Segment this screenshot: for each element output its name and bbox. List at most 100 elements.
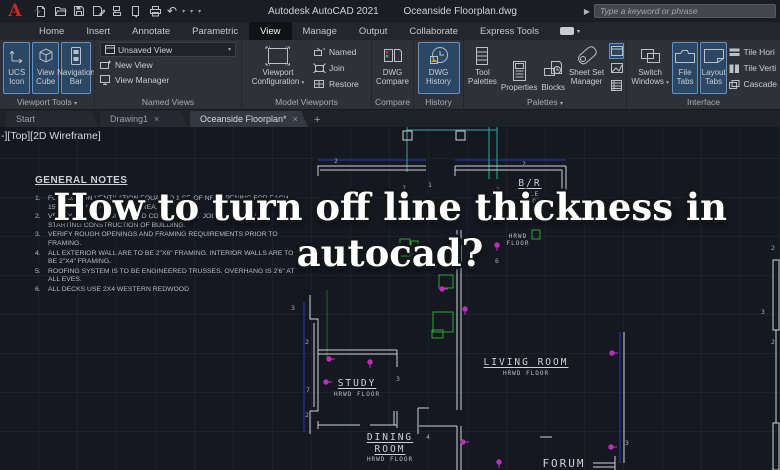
tab-output[interactable]: Output bbox=[348, 22, 399, 40]
ucs-icon-button[interactable]: UCS Icon bbox=[3, 42, 31, 94]
close-icon[interactable]: × bbox=[293, 114, 298, 124]
switch-windows-icon bbox=[639, 44, 661, 68]
switch-windows-button[interactable]: Switch Windows ▾ bbox=[630, 42, 670, 94]
dimension-label: 3 bbox=[396, 375, 400, 383]
dwg-compare-icon bbox=[382, 44, 404, 68]
dwg-compare-button[interactable]: DWG Compare bbox=[375, 42, 410, 94]
panel-label-palettes[interactable]: Palettes ▾ bbox=[464, 96, 626, 109]
sheet-set-icon bbox=[576, 44, 598, 68]
tab-parametric[interactable]: Parametric bbox=[181, 22, 249, 40]
palettes-extra-icon-3[interactable] bbox=[609, 60, 624, 76]
viewport-configuration-button[interactable]: Viewport Configuration ▾ bbox=[245, 42, 311, 94]
room-sub-study: HRWD FLOOR bbox=[333, 391, 381, 398]
tab-home[interactable]: Home bbox=[28, 22, 75, 40]
plot-icon[interactable] bbox=[110, 4, 124, 18]
floorplan-drawing bbox=[303, 127, 780, 470]
autocad-logo-icon[interactable]: A bbox=[4, 1, 26, 21]
palettes-extra-icon-5[interactable] bbox=[609, 77, 624, 93]
redo-icon[interactable]: ↷ bbox=[34, 5, 41, 17]
tab-collaborate[interactable]: Collaborate bbox=[398, 22, 469, 40]
dimension-label: 2 bbox=[334, 157, 338, 165]
file-tab-oceanside[interactable]: Oceanside Floorplan* × bbox=[190, 111, 308, 127]
tab-express-tools[interactable]: Express Tools bbox=[469, 22, 550, 40]
save-as-icon[interactable] bbox=[91, 4, 105, 18]
file-tab-drawing1[interactable]: Drawing1 × bbox=[100, 111, 188, 127]
palettes-extra-icon-1[interactable] bbox=[609, 43, 625, 59]
cascade-button[interactable]: Cascade bbox=[729, 77, 777, 91]
new-drawing-tab-button[interactable]: + bbox=[314, 114, 320, 127]
print-icon[interactable] bbox=[148, 4, 162, 18]
drawing-canvas[interactable]: -][Top][2D Wireframe] GENERAL NOTES 1. FO… bbox=[0, 127, 780, 470]
dimension-label: 2 bbox=[771, 338, 775, 346]
room-sub-living: HRWD FLOOR bbox=[502, 370, 550, 377]
ucs-axes-icon bbox=[8, 44, 26, 68]
dimension-label: 3 bbox=[291, 304, 295, 312]
panel-expand-icon: ▾ bbox=[560, 101, 564, 107]
quick-access-toolbar: ↶ ▾ ↷ ▾ ▾ bbox=[34, 4, 201, 18]
cube-icon bbox=[37, 44, 55, 68]
panel-label-viewport-tools[interactable]: Viewport Tools ▾ bbox=[0, 96, 94, 109]
overlay-title-line2: autocad? bbox=[296, 231, 484, 275]
navigation-bar-icon bbox=[70, 44, 82, 68]
open-file-icon[interactable] bbox=[53, 4, 67, 18]
tab-view[interactable]: View bbox=[249, 22, 292, 40]
room-label-forum: FORUM bbox=[542, 457, 586, 470]
new-view-button[interactable]: New View bbox=[100, 58, 236, 72]
file-tab-start[interactable]: Start bbox=[6, 111, 98, 127]
search-input[interactable]: Type a keyword or phrase bbox=[594, 4, 776, 18]
ribbon-display-toggle[interactable]: ▾ bbox=[559, 22, 580, 40]
view-dropdown[interactable]: Unsaved View ▾ bbox=[100, 42, 236, 57]
room-label-living: LIVING ROOM bbox=[483, 357, 569, 368]
panel-named-views: Unsaved View ▾ New View View Manager Nam… bbox=[95, 40, 242, 109]
tile-vertically-button[interactable]: Tile Verti bbox=[729, 61, 777, 75]
panel-label-model-viewports[interactable]: Model Viewports bbox=[242, 96, 371, 109]
room-label-dining-2: ROOM bbox=[374, 444, 406, 455]
document-title: Oceanside Floorplan.dwg bbox=[403, 5, 517, 17]
panel-compare: DWG Compare Compare bbox=[372, 40, 414, 109]
search-expand-icon[interactable]: ▶ bbox=[584, 7, 590, 16]
close-icon[interactable]: × bbox=[154, 114, 159, 124]
named-viewports-button[interactable]: Named bbox=[313, 45, 359, 59]
tile-horizontally-button[interactable]: Tile Hori bbox=[729, 45, 777, 59]
sheet-set-manager-button[interactable]: Sheet Set Manager bbox=[568, 42, 605, 94]
dimension-label: 2 bbox=[305, 338, 309, 346]
panel-label-history[interactable]: History bbox=[414, 96, 463, 109]
panel-label-compare[interactable]: Compare bbox=[372, 96, 413, 109]
tab-annotate[interactable]: Annotate bbox=[121, 22, 181, 40]
join-icon bbox=[313, 63, 326, 73]
undo-dropdown-icon[interactable]: ▾ bbox=[182, 8, 185, 15]
redo-dropdown-icon[interactable]: ▾ bbox=[190, 8, 193, 15]
panel-label-named-views[interactable]: Named Views bbox=[95, 96, 241, 109]
undo-icon[interactable]: ↶ bbox=[167, 5, 177, 17]
restore-viewports-button[interactable]: Restore bbox=[313, 77, 359, 91]
view-manager-button[interactable]: View Manager bbox=[100, 73, 236, 87]
blocks-icon bbox=[543, 59, 563, 83]
join-viewports-button[interactable]: Join bbox=[313, 61, 359, 75]
dimension-label: 4 bbox=[426, 433, 430, 441]
dimension-label: 2 bbox=[305, 411, 309, 419]
named-viewports-icon bbox=[314, 47, 325, 56]
tool-palettes-button[interactable]: Tool Palettes bbox=[467, 42, 498, 94]
restore-icon bbox=[314, 80, 324, 88]
panel-interface: Switch Windows ▾ File Tabs Layout Tabs T… bbox=[627, 40, 780, 109]
panel-label-interface[interactable]: Interface bbox=[627, 96, 780, 109]
palettes-extra-grid bbox=[609, 42, 626, 94]
view-cube-button[interactable]: View Cube bbox=[32, 42, 59, 94]
save-icon[interactable] bbox=[72, 4, 86, 18]
blocks-button[interactable]: Blocks bbox=[540, 42, 566, 94]
publish-icon[interactable] bbox=[129, 4, 143, 18]
dwg-history-button[interactable]: DWG History bbox=[417, 42, 460, 94]
tab-manage[interactable]: Manage bbox=[292, 22, 348, 40]
layout-tabs-button[interactable]: Layout Tabs bbox=[699, 42, 728, 94]
panel-viewport-tools: UCS Icon View Cube Navigation Bar Viewpo… bbox=[0, 40, 95, 109]
dimension-label: 3 bbox=[625, 439, 629, 447]
file-tabs-button[interactable]: File Tabs bbox=[672, 42, 698, 94]
panel-palettes: Tool Palettes Properties Blocks Sheet Se… bbox=[464, 40, 627, 109]
tile-horizontal-icon bbox=[729, 48, 740, 56]
properties-icon bbox=[512, 59, 527, 83]
file-tab-bar: Start Drawing1 × Oceanside Floorplan* × … bbox=[0, 110, 780, 127]
navigation-bar-button[interactable]: Navigation Bar bbox=[57, 42, 94, 94]
properties-button[interactable]: Properties bbox=[500, 42, 538, 94]
ribbon-tab-bar: Home Insert Annotate Parametric View Man… bbox=[0, 22, 780, 40]
tab-insert[interactable]: Insert bbox=[75, 22, 121, 40]
